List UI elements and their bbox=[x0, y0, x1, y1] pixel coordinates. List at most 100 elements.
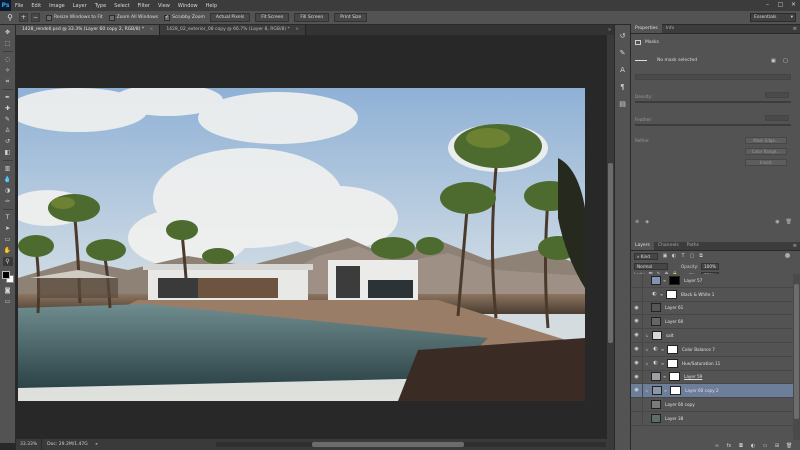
scrollbar-thumb[interactable] bbox=[794, 284, 799, 419]
paragraph-icon[interactable]: ¶ bbox=[618, 82, 628, 92]
character-icon[interactable]: A bbox=[618, 65, 628, 75]
density-field[interactable] bbox=[765, 92, 789, 98]
maximize-button[interactable]: □ bbox=[776, 1, 785, 9]
feather-slider[interactable] bbox=[635, 124, 791, 126]
workspace-select[interactable]: Essentials ▾ bbox=[750, 13, 796, 22]
menu-view[interactable]: View bbox=[154, 3, 174, 9]
eraser-icon[interactable]: ◧ bbox=[3, 148, 13, 157]
smart-object-filter-icon[interactable]: ⧉ bbox=[698, 253, 704, 259]
pixel-filter-icon[interactable]: ▣ bbox=[662, 253, 668, 259]
layer-thumbnail[interactable] bbox=[651, 317, 661, 327]
tab-layers[interactable]: Layers bbox=[631, 241, 654, 250]
layer-name[interactable]: Layer 57 bbox=[684, 278, 702, 283]
eye-icon[interactable]: ◉ bbox=[631, 342, 643, 356]
layer-name[interactable]: Black & White 1 bbox=[681, 292, 714, 297]
pen-icon[interactable]: ✑ bbox=[3, 197, 13, 206]
chain-link-icon[interactable]: ∞ bbox=[660, 347, 665, 352]
layer-thumbnail[interactable] bbox=[652, 331, 662, 341]
layer-row[interactable]: ◉ Layer 61 bbox=[631, 301, 793, 316]
shape-filter-icon[interactable]: ▢ bbox=[689, 253, 695, 259]
invert-button[interactable]: Invert bbox=[745, 159, 787, 166]
scrubby-zoom-checkbox[interactable]: ✓ Scrubby Zoom bbox=[164, 14, 205, 21]
zoom-all-windows-checkbox[interactable]: Zoom All Windows bbox=[108, 14, 158, 21]
adjustment-filter-icon[interactable]: ◐ bbox=[671, 253, 677, 259]
menu-image[interactable]: Image bbox=[45, 3, 69, 9]
layer-name[interactable]: Hue/Saturation 11 bbox=[682, 361, 720, 366]
brush-icon[interactable]: ✎ bbox=[3, 115, 13, 124]
zoom-out-icon[interactable]: − bbox=[31, 13, 40, 22]
minimize-button[interactable]: – bbox=[763, 1, 772, 9]
menu-select[interactable]: Select bbox=[110, 3, 133, 9]
menu-layer[interactable]: Layer bbox=[69, 3, 91, 9]
chain-link-icon[interactable]: ∞ bbox=[662, 278, 667, 283]
apply-mask-icon[interactable]: ◈ bbox=[645, 219, 649, 225]
hand-icon[interactable]: ✋ bbox=[3, 246, 13, 255]
color-swatches[interactable] bbox=[1, 271, 14, 283]
eye-icon[interactable]: ◉ bbox=[775, 219, 779, 225]
density-slider[interactable] bbox=[635, 101, 791, 103]
menu-window[interactable]: Window bbox=[174, 3, 202, 9]
layer-mask-thumbnail[interactable] bbox=[669, 372, 680, 382]
zoom-level-field[interactable]: 33.33% bbox=[16, 439, 43, 450]
layer-name[interactable]: Layer 60 copy 2 bbox=[685, 388, 719, 393]
layer-thumbnail[interactable] bbox=[651, 372, 661, 382]
fx-icon[interactable]: fx bbox=[726, 443, 732, 449]
mask-edge-button[interactable]: Mask Edge... bbox=[745, 137, 787, 144]
close-icon[interactable]: × bbox=[295, 27, 299, 32]
layer-name[interactable]: salt bbox=[666, 333, 674, 338]
layer-name[interactable]: Layer 61 bbox=[665, 305, 683, 310]
blend-mode-select[interactable]: Normal bbox=[634, 263, 668, 270]
menu-edit[interactable]: Edit bbox=[27, 3, 45, 9]
feather-field[interactable] bbox=[765, 115, 789, 121]
eye-icon[interactable]: ◉ bbox=[631, 329, 643, 342]
type-filter-icon[interactable]: T bbox=[680, 253, 686, 259]
canvas-area[interactable] bbox=[16, 35, 607, 439]
lasso-icon[interactable]: ◌ bbox=[3, 55, 13, 64]
tab-paths[interactable]: Paths bbox=[683, 241, 703, 250]
layer-row[interactable]: ◉ ↳ ◐ ∞ Hue/Saturation 11 bbox=[631, 356, 793, 371]
eye-icon[interactable]: ◉ bbox=[631, 384, 643, 398]
eye-icon[interactable]: ◉ bbox=[631, 356, 643, 370]
layers-scrollbar[interactable] bbox=[793, 274, 800, 440]
eye-icon[interactable]: ◉ bbox=[631, 370, 643, 384]
eye-icon[interactable] bbox=[631, 411, 643, 425]
close-icon[interactable]: × bbox=[150, 27, 154, 32]
document-image[interactable] bbox=[18, 88, 585, 401]
zoom-tool-preset-icon[interactable]: ⚲ bbox=[4, 13, 16, 23]
eye-icon[interactable] bbox=[631, 287, 643, 301]
layer-thumbnail[interactable] bbox=[651, 413, 661, 423]
new-layer-icon[interactable]: ⊞ bbox=[774, 443, 780, 449]
type-icon[interactable]: T bbox=[3, 213, 13, 222]
stamp-icon[interactable]: ♙ bbox=[3, 126, 13, 135]
chain-link-icon[interactable]: ∞ bbox=[660, 361, 665, 366]
layer-mask-thumbnail[interactable] bbox=[666, 289, 677, 299]
foreground-color-swatch[interactable] bbox=[1, 271, 10, 279]
eye-icon[interactable] bbox=[631, 398, 643, 411]
layer-thumbnail[interactable] bbox=[651, 303, 661, 313]
color-range-button[interactable]: Color Range... bbox=[745, 148, 787, 155]
tab-document-1[interactable]: 1428_rendell.psd @ 33.3% (Layer 60 copy … bbox=[16, 25, 161, 35]
add-mask-icon[interactable]: ◘ bbox=[738, 443, 744, 449]
layer-mask-thumbnail[interactable] bbox=[669, 275, 680, 285]
layer-row[interactable]: Layer 60 copy bbox=[631, 398, 793, 412]
history-brush-icon[interactable]: ↺ bbox=[3, 137, 13, 146]
layer-name[interactable]: Color Balance 7 bbox=[682, 347, 715, 352]
healing-icon[interactable]: ✚ bbox=[3, 104, 13, 113]
chain-link-icon[interactable]: ∞ bbox=[663, 388, 668, 393]
document-info[interactable]: Doc: 29.2M/1.47G bbox=[42, 439, 93, 450]
layer-row[interactable]: ∞ Layer 57 bbox=[631, 274, 793, 288]
layer-row[interactable]: ◉ ∞ Layer 59 bbox=[631, 370, 793, 385]
layer-row[interactable]: ◐ ∞ Black & White 1 bbox=[631, 287, 793, 302]
dodge-icon[interactable]: ◑ bbox=[3, 186, 13, 195]
eyedropper-icon[interactable]: ✒ bbox=[3, 93, 13, 102]
shape-icon[interactable]: ▭ bbox=[3, 235, 13, 244]
tab-document-2[interactable]: 1428_02_exterior_08 copy @ 66.7% (Layer … bbox=[160, 25, 307, 35]
layer-row[interactable]: ◉ Layer 60 bbox=[631, 315, 793, 330]
pixel-mask-icon[interactable]: ▣ bbox=[771, 58, 776, 64]
adjustment-icon[interactable]: ◐ bbox=[750, 443, 756, 449]
scrollbar-thumb[interactable] bbox=[312, 442, 464, 447]
layer-filter-select[interactable]: ⌕ Kind bbox=[634, 253, 658, 260]
crop-icon[interactable]: ⌗ bbox=[3, 77, 13, 86]
quick-select-icon[interactable]: ✧ bbox=[3, 66, 13, 75]
marquee-icon[interactable]: ⬚ bbox=[3, 39, 13, 48]
